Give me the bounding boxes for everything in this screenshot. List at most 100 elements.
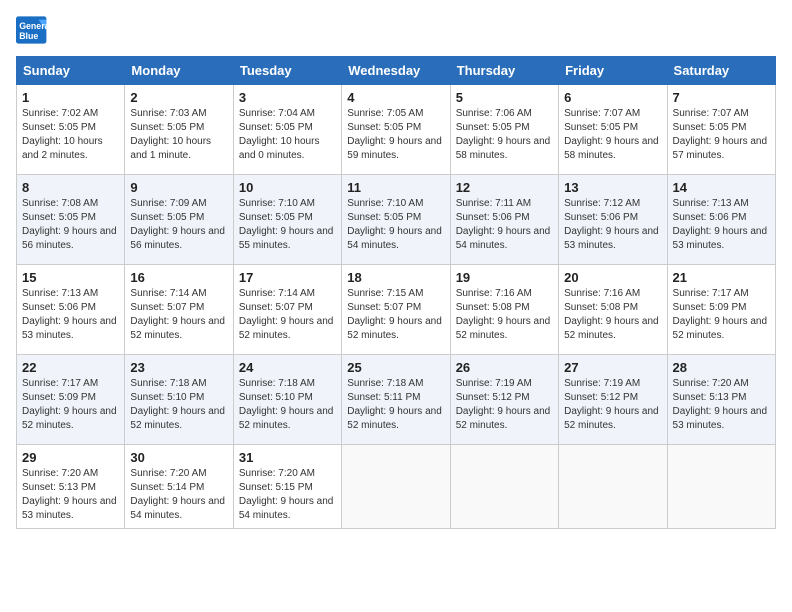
day-info: Sunrise: 7:13 AM Sunset: 5:06 PM Dayligh… [22, 287, 119, 343]
day-number: 7 [673, 90, 770, 105]
day-header-monday: Monday [125, 57, 233, 85]
svg-text:General: General [19, 21, 48, 31]
day-number: 2 [130, 90, 227, 105]
calendar-cell: 5 Sunrise: 7:06 AM Sunset: 5:05 PM Dayli… [450, 85, 558, 175]
day-info: Sunrise: 7:18 AM Sunset: 5:10 PM Dayligh… [239, 377, 336, 433]
calendar-cell: 17 Sunrise: 7:14 AM Sunset: 5:07 PM Dayl… [233, 265, 341, 355]
day-info: Sunrise: 7:14 AM Sunset: 5:07 PM Dayligh… [239, 287, 336, 343]
calendar-cell [342, 445, 450, 529]
calendar-cell: 31 Sunrise: 7:20 AM Sunset: 5:15 PM Dayl… [233, 445, 341, 529]
day-info: Sunrise: 7:17 AM Sunset: 5:09 PM Dayligh… [673, 287, 770, 343]
day-info: Sunrise: 7:16 AM Sunset: 5:08 PM Dayligh… [564, 287, 661, 343]
calendar-cell: 26 Sunrise: 7:19 AM Sunset: 5:12 PM Dayl… [450, 355, 558, 445]
calendar-cell: 11 Sunrise: 7:10 AM Sunset: 5:05 PM Dayl… [342, 175, 450, 265]
day-info: Sunrise: 7:09 AM Sunset: 5:05 PM Dayligh… [130, 197, 227, 253]
day-info: Sunrise: 7:03 AM Sunset: 5:05 PM Dayligh… [130, 107, 227, 163]
day-number: 14 [673, 180, 770, 195]
day-number: 4 [347, 90, 444, 105]
logo: General Blue [16, 16, 48, 44]
calendar-cell: 10 Sunrise: 7:10 AM Sunset: 5:05 PM Dayl… [233, 175, 341, 265]
day-info: Sunrise: 7:18 AM Sunset: 5:10 PM Dayligh… [130, 377, 227, 433]
calendar-cell: 8 Sunrise: 7:08 AM Sunset: 5:05 PM Dayli… [17, 175, 125, 265]
day-number: 13 [564, 180, 661, 195]
day-info: Sunrise: 7:12 AM Sunset: 5:06 PM Dayligh… [564, 197, 661, 253]
calendar-cell: 18 Sunrise: 7:15 AM Sunset: 5:07 PM Dayl… [342, 265, 450, 355]
day-number: 19 [456, 270, 553, 285]
day-info: Sunrise: 7:17 AM Sunset: 5:09 PM Dayligh… [22, 377, 119, 433]
day-info: Sunrise: 7:18 AM Sunset: 5:11 PM Dayligh… [347, 377, 444, 433]
day-number: 24 [239, 360, 336, 375]
calendar-cell: 20 Sunrise: 7:16 AM Sunset: 5:08 PM Dayl… [559, 265, 667, 355]
day-info: Sunrise: 7:11 AM Sunset: 5:06 PM Dayligh… [456, 197, 553, 253]
day-number: 22 [22, 360, 119, 375]
calendar-cell: 14 Sunrise: 7:13 AM Sunset: 5:06 PM Dayl… [667, 175, 775, 265]
page-header: General Blue [16, 16, 776, 44]
day-info: Sunrise: 7:05 AM Sunset: 5:05 PM Dayligh… [347, 107, 444, 163]
day-info: Sunrise: 7:04 AM Sunset: 5:05 PM Dayligh… [239, 107, 336, 163]
day-number: 12 [456, 180, 553, 195]
calendar-cell: 30 Sunrise: 7:20 AM Sunset: 5:14 PM Dayl… [125, 445, 233, 529]
calendar-table: SundayMondayTuesdayWednesdayThursdayFrid… [16, 56, 776, 529]
day-number: 1 [22, 90, 119, 105]
calendar-cell [667, 445, 775, 529]
calendar-cell [559, 445, 667, 529]
day-number: 28 [673, 360, 770, 375]
day-number: 21 [673, 270, 770, 285]
day-info: Sunrise: 7:13 AM Sunset: 5:06 PM Dayligh… [673, 197, 770, 253]
day-info: Sunrise: 7:07 AM Sunset: 5:05 PM Dayligh… [673, 107, 770, 163]
day-info: Sunrise: 7:20 AM Sunset: 5:14 PM Dayligh… [130, 467, 227, 523]
calendar-cell: 28 Sunrise: 7:20 AM Sunset: 5:13 PM Dayl… [667, 355, 775, 445]
day-info: Sunrise: 7:16 AM Sunset: 5:08 PM Dayligh… [456, 287, 553, 343]
day-header-friday: Friday [559, 57, 667, 85]
day-number: 29 [22, 450, 119, 465]
day-info: Sunrise: 7:02 AM Sunset: 5:05 PM Dayligh… [22, 107, 119, 163]
calendar-cell: 13 Sunrise: 7:12 AM Sunset: 5:06 PM Dayl… [559, 175, 667, 265]
day-number: 18 [347, 270, 444, 285]
calendar-cell: 29 Sunrise: 7:20 AM Sunset: 5:13 PM Dayl… [17, 445, 125, 529]
calendar-cell: 6 Sunrise: 7:07 AM Sunset: 5:05 PM Dayli… [559, 85, 667, 175]
day-info: Sunrise: 7:06 AM Sunset: 5:05 PM Dayligh… [456, 107, 553, 163]
calendar-cell: 2 Sunrise: 7:03 AM Sunset: 5:05 PM Dayli… [125, 85, 233, 175]
calendar-cell: 15 Sunrise: 7:13 AM Sunset: 5:06 PM Dayl… [17, 265, 125, 355]
day-info: Sunrise: 7:20 AM Sunset: 5:15 PM Dayligh… [239, 467, 336, 523]
svg-text:Blue: Blue [19, 31, 38, 41]
calendar-cell: 24 Sunrise: 7:18 AM Sunset: 5:10 PM Dayl… [233, 355, 341, 445]
day-info: Sunrise: 7:10 AM Sunset: 5:05 PM Dayligh… [347, 197, 444, 253]
day-number: 30 [130, 450, 227, 465]
day-number: 27 [564, 360, 661, 375]
calendar-cell: 22 Sunrise: 7:17 AM Sunset: 5:09 PM Dayl… [17, 355, 125, 445]
day-number: 31 [239, 450, 336, 465]
calendar-cell [450, 445, 558, 529]
calendar-cell: 21 Sunrise: 7:17 AM Sunset: 5:09 PM Dayl… [667, 265, 775, 355]
day-header-tuesday: Tuesday [233, 57, 341, 85]
calendar-cell: 16 Sunrise: 7:14 AM Sunset: 5:07 PM Dayl… [125, 265, 233, 355]
calendar-cell: 27 Sunrise: 7:19 AM Sunset: 5:12 PM Dayl… [559, 355, 667, 445]
day-number: 25 [347, 360, 444, 375]
day-info: Sunrise: 7:20 AM Sunset: 5:13 PM Dayligh… [673, 377, 770, 433]
calendar-cell: 19 Sunrise: 7:16 AM Sunset: 5:08 PM Dayl… [450, 265, 558, 355]
day-number: 17 [239, 270, 336, 285]
calendar-cell: 4 Sunrise: 7:05 AM Sunset: 5:05 PM Dayli… [342, 85, 450, 175]
day-number: 6 [564, 90, 661, 105]
calendar-cell: 9 Sunrise: 7:09 AM Sunset: 5:05 PM Dayli… [125, 175, 233, 265]
calendar-cell: 12 Sunrise: 7:11 AM Sunset: 5:06 PM Dayl… [450, 175, 558, 265]
day-number: 5 [456, 90, 553, 105]
day-info: Sunrise: 7:15 AM Sunset: 5:07 PM Dayligh… [347, 287, 444, 343]
day-number: 10 [239, 180, 336, 195]
day-info: Sunrise: 7:08 AM Sunset: 5:05 PM Dayligh… [22, 197, 119, 253]
day-number: 8 [22, 180, 119, 195]
day-info: Sunrise: 7:14 AM Sunset: 5:07 PM Dayligh… [130, 287, 227, 343]
day-number: 26 [456, 360, 553, 375]
day-number: 23 [130, 360, 227, 375]
day-number: 3 [239, 90, 336, 105]
day-number: 20 [564, 270, 661, 285]
calendar-cell: 3 Sunrise: 7:04 AM Sunset: 5:05 PM Dayli… [233, 85, 341, 175]
day-number: 9 [130, 180, 227, 195]
day-header-saturday: Saturday [667, 57, 775, 85]
day-info: Sunrise: 7:19 AM Sunset: 5:12 PM Dayligh… [564, 377, 661, 433]
day-header-thursday: Thursday [450, 57, 558, 85]
day-number: 15 [22, 270, 119, 285]
day-header-wednesday: Wednesday [342, 57, 450, 85]
calendar-cell: 1 Sunrise: 7:02 AM Sunset: 5:05 PM Dayli… [17, 85, 125, 175]
day-info: Sunrise: 7:10 AM Sunset: 5:05 PM Dayligh… [239, 197, 336, 253]
